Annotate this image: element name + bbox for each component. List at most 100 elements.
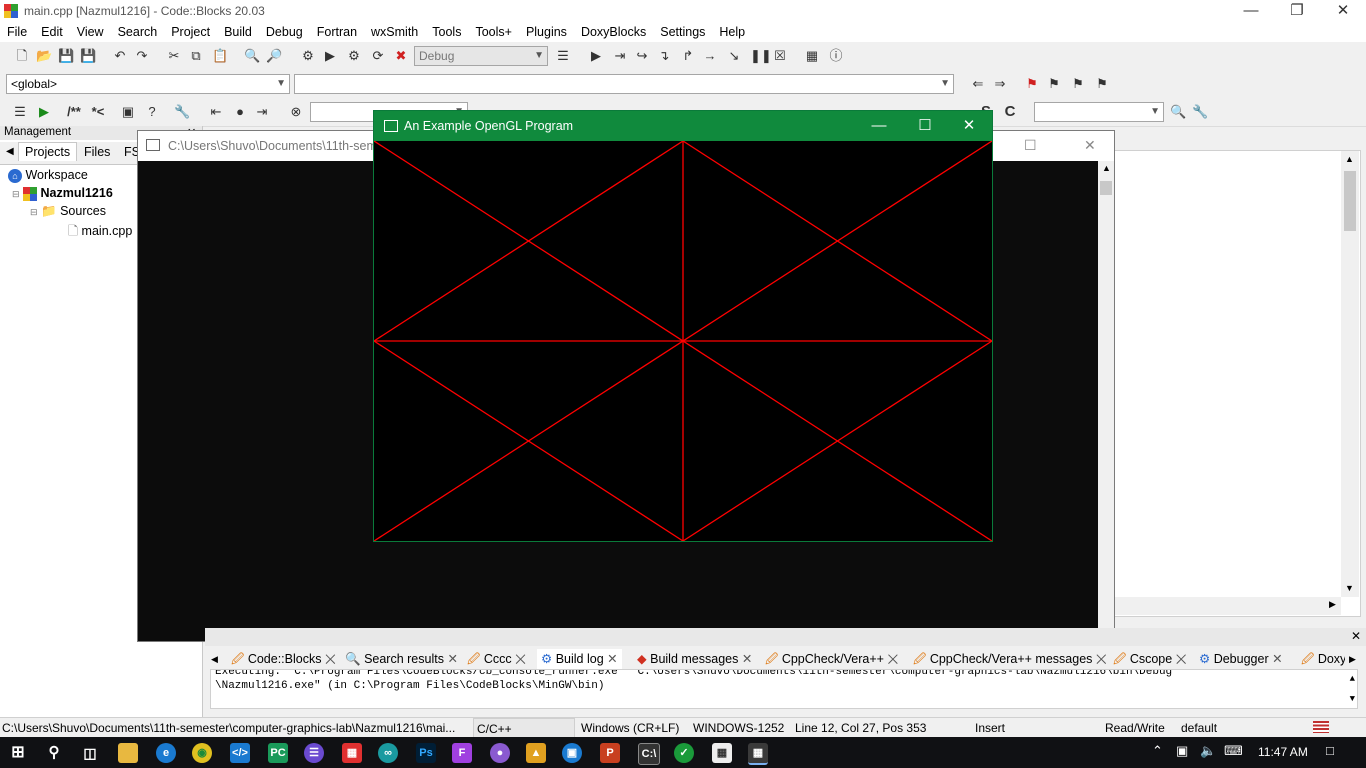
clear-search-icon[interactable]: ⊗ (288, 104, 304, 120)
vscode-icon[interactable]: </> (230, 743, 250, 763)
cut-icon[interactable]: ✂ (166, 48, 182, 64)
tab-build-log[interactable]: ⚙ Build log ✕ (537, 649, 622, 669)
clock-time[interactable]: 11:47 AM (1258, 745, 1308, 759)
network-icon[interactable]: ▣ (1176, 743, 1188, 759)
chrome-icon[interactable]: ◉ (192, 743, 212, 763)
code-stack-icon[interactable]: ☰ (12, 104, 28, 120)
debug-run-icon[interactable]: ▶ (588, 48, 604, 64)
close-icon[interactable]: ✕ (1176, 652, 1187, 666)
close-icon[interactable]: ✕ (515, 652, 526, 666)
rebuild-icon[interactable]: ⟳ (370, 48, 386, 64)
minimize-button[interactable]: — (1228, 0, 1274, 22)
run-to-cursor-icon[interactable]: ⇥ (612, 48, 628, 64)
codeblocks-taskbar-icon[interactable]: ▦ (342, 743, 362, 763)
app-icon[interactable]: ● (490, 743, 510, 763)
build-log-output[interactable]: Executing: "C:\Program Files\CodeBlocks/… (210, 669, 1358, 709)
tab-cscope[interactable]: 🖉 Cscope ✕ (1113, 649, 1187, 669)
figma-icon[interactable]: F (452, 743, 472, 763)
menu-doxyblocks[interactable]: DoxyBlocks (574, 22, 653, 42)
tab-cccc[interactable]: 🖉 Cccc ✕ (467, 649, 526, 669)
tab-scroll-left-icon[interactable]: ◀ (211, 649, 218, 669)
step-instruction-icon[interactable]: ↘ (726, 48, 742, 64)
windows-start-icon[interactable]: ⊞ (8, 743, 28, 763)
scroll-right-icon[interactable]: ▶ (1329, 599, 1336, 610)
arduino-icon[interactable]: ∞ (378, 743, 398, 763)
tab-cppcheck-vera[interactable]: 🖉 CppCheck/Vera++ ✕ (765, 649, 898, 669)
copy-icon[interactable]: ⧉ (188, 48, 204, 64)
keyboard-icon[interactable]: ⌨ (1224, 743, 1243, 759)
record-icon[interactable]: ● (232, 104, 248, 120)
next-instruction-icon[interactable]: → (702, 48, 718, 64)
file-explorer-icon[interactable] (118, 743, 138, 763)
terminal-icon[interactable]: C:\ (638, 743, 660, 765)
help-doc-icon[interactable]: ? (144, 104, 160, 120)
find-icon[interactable]: 🔍 (244, 48, 260, 64)
menu-settings[interactable]: Settings (653, 22, 712, 42)
doc-window-icon[interactable]: ▣ (120, 104, 136, 120)
opengl-maximize-button[interactable]: ☐ (902, 111, 948, 141)
opengl-close-button[interactable]: ✕ (946, 111, 992, 141)
step-out-icon[interactable]: ↱ (680, 48, 696, 64)
build-target-select[interactable]: Debug ▼ (414, 46, 548, 66)
volume-icon[interactable]: 🔈 (1200, 743, 1216, 759)
menu-search[interactable]: Search (111, 22, 165, 42)
bookmark-next-icon[interactable]: ⚑ (1070, 76, 1086, 92)
tree-folder-sources[interactable]: ⊟ 📁 Sources (30, 204, 106, 219)
replace-icon[interactable]: 🔎 (266, 48, 282, 64)
menu-build[interactable]: Build (217, 22, 259, 42)
tab-build-messages[interactable]: ◆ Build messages ✕ (637, 649, 752, 669)
close-icon[interactable]: ✕ (447, 652, 457, 666)
menu-view[interactable]: View (70, 22, 111, 42)
new-file-icon[interactable]: 🗋 (14, 48, 30, 64)
scope-select[interactable]: <global> ▼ (6, 74, 290, 94)
opengl-minimize-button[interactable]: — (856, 111, 902, 141)
menu-plugins[interactable]: Plugins (519, 22, 574, 42)
next-line-icon[interactable]: ↪ (634, 48, 650, 64)
edge-icon[interactable]: e (156, 743, 176, 763)
search-icon[interactable]: ⚲ (44, 743, 64, 763)
task-view-icon[interactable]: ◫ (80, 743, 100, 763)
bookmark-toggle-icon[interactable]: ⚑ (1024, 76, 1040, 92)
open-folder-icon[interactable]: 📂 (36, 48, 52, 64)
opengl-window[interactable]: An Example OpenGL Program — ☐ ✕ (373, 110, 993, 542)
paste-icon[interactable]: 📋 (212, 48, 228, 64)
tab-search-results[interactable]: 🔍 Search results ✕ (345, 649, 458, 669)
window-icon[interactable]: ▦ (712, 743, 732, 763)
close-icon[interactable]: ✕ (1272, 652, 1282, 666)
console-close-button[interactable]: ✕ (1084, 137, 1096, 154)
scroll-thumb[interactable] (1344, 171, 1356, 231)
app-icon[interactable]: ▣ (562, 743, 582, 763)
close-icon[interactable]: ✕ (742, 652, 752, 666)
tab-scroll-right-icon[interactable]: ▶ (1349, 649, 1356, 669)
pause-icon[interactable]: ❚❚ (750, 48, 772, 64)
build-and-run-icon[interactable]: ⚙ (346, 48, 362, 64)
redo-icon[interactable]: ↷ (134, 48, 150, 64)
notifications-icon[interactable]: □ (1326, 743, 1334, 758)
function-select[interactable]: ▼ (294, 74, 954, 94)
scroll-down-icon[interactable]: ▼ (1345, 583, 1354, 593)
undo-icon[interactable]: ↶ (112, 48, 128, 64)
step-back-icon[interactable]: ⇤ (208, 104, 224, 120)
tab-debugger[interactable]: ⚙ Debugger ✕ (1199, 649, 1283, 669)
tab-cppcheck-vera-messages[interactable]: 🖉 CppCheck/Vera++ messages ✕ (913, 649, 1107, 669)
scroll-up-icon[interactable]: ▲ (1350, 672, 1355, 686)
console-scrollbar[interactable]: ▲ ▼ (1098, 161, 1114, 641)
editor-area[interactable]: ▲ ▼ ▶ (1114, 150, 1361, 617)
stop-debug-icon[interactable]: ☒ (772, 48, 788, 64)
close-icon[interactable]: ✕ (1096, 652, 1107, 666)
wrench-icon[interactable]: 🔧 (174, 104, 190, 120)
bookmark-clear-icon[interactable]: ⚑ (1094, 76, 1110, 92)
close-icon[interactable]: ✕ (325, 652, 336, 666)
run-icon[interactable]: ▶ (322, 48, 338, 64)
info-icon[interactable]: ⓘ (828, 48, 844, 64)
pycharm-icon[interactable]: PC (268, 743, 288, 763)
symbol-search-input[interactable]: ▼ (1034, 102, 1164, 122)
tab-projects[interactable]: Projects (18, 142, 78, 161)
menu-project[interactable]: Project (164, 22, 217, 42)
restore-button[interactable]: ❐ (1274, 0, 1320, 22)
line-comment-icon[interactable]: *< (88, 104, 108, 120)
scroll-up-icon[interactable]: ▲ (1345, 154, 1354, 164)
settings-wrench-icon[interactable]: 🔧 (1192, 104, 1208, 120)
close-icon[interactable]: ✕ (607, 652, 617, 666)
close-icon[interactable]: ✕ (887, 652, 898, 666)
